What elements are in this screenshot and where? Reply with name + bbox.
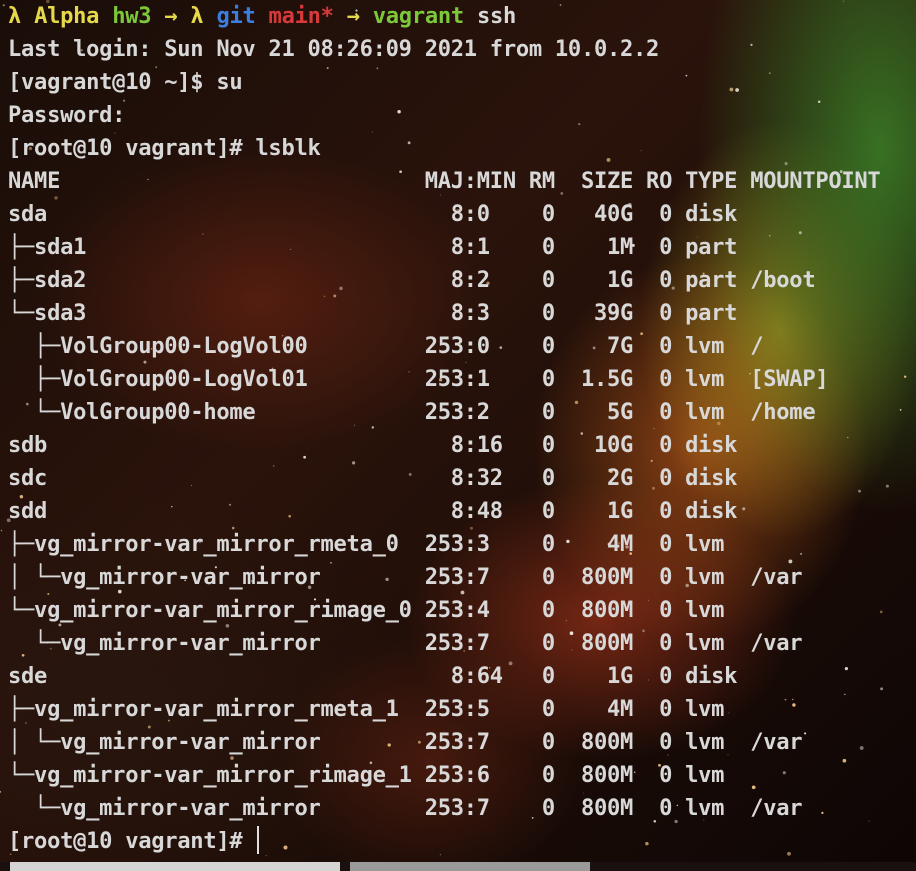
prompt-git-branch: main*: [268, 3, 334, 29]
prompt-git-label: git: [216, 3, 256, 29]
lsblk-row: ├─vg_mirror-var_mirror_rmeta_0 253:3 0 4…: [8, 531, 725, 557]
tab-bar: [0, 862, 916, 871]
prompt-arrow: →: [346, 3, 360, 29]
prompt-hostname: Alpha: [34, 3, 100, 29]
lsblk-row: └─vg_mirror-var_mirror_rimage_1 253:6 0 …: [8, 762, 725, 788]
terminal-tab-active[interactable]: [10, 862, 340, 871]
star-dot: [2, 4, 5, 7]
star-dot: [880, 687, 884, 691]
star-dot: [904, 375, 907, 378]
star-dot: [885, 484, 889, 488]
su-command-line: [vagrant@10 ~]$ su: [8, 69, 243, 95]
password-prompt-line: Password:: [8, 102, 126, 128]
prompt-lambda-symbol: λ: [8, 3, 22, 29]
lsblk-header-row: NAME MAJ:MIN RM SIZE RO TYPE MOUNTPOINT: [8, 168, 881, 194]
terminal-window[interactable]: λ Alpha hw3 → λ git main* → vagrant ssh L…: [0, 0, 916, 871]
lsblk-row: └─vg_mirror-var_mirror_rimage_0 253:4 0 …: [8, 597, 725, 623]
lsblk-row: sdb 8:16 0 10G 0 disk: [8, 432, 738, 458]
lsblk-row: ├─VolGroup00-LogVol01 253:1 0 1.5G 0 lvm…: [8, 366, 829, 392]
lsblk-row: ├─sda2 8:2 0 1G 0 part /boot: [8, 267, 816, 293]
shell-prompt-line: λ Alpha hw3 → λ git main* → vagrant ssh: [8, 0, 880, 33]
lsblk-row: │ └─vg_mirror-var_mirror 253:7 0 800M 0 …: [8, 564, 803, 590]
lsblk-row: ├─vg_mirror-var_mirror_rmeta_1 253:5 0 4…: [8, 696, 725, 722]
lsblk-row: └─VolGroup00-home 253:2 0 5G 0 lvm /home: [8, 399, 816, 425]
lsblk-command-line: [root@10 vagrant]# lsblk: [8, 135, 321, 161]
lsblk-row: sda 8:0 0 40G 0 disk: [8, 201, 738, 227]
lsblk-row: │ └─vg_mirror-var_mirror 253:7 0 800M 0 …: [8, 729, 803, 755]
final-prompt: [root@10 vagrant]#: [8, 828, 256, 854]
star-dot: [0, 791, 1, 793]
star-dot: [899, 409, 902, 411]
prompt-lambda-symbol: λ: [190, 3, 204, 29]
command-vagrant: vagrant: [372, 3, 464, 29]
active-prompt-line[interactable]: [root@10 vagrant]#: [8, 825, 880, 858]
lsblk-row: └─vg_mirror-var_mirror 253:7 0 800M 0 lv…: [8, 795, 803, 821]
lsblk-row: ├─VolGroup00-LogVol00 253:0 0 7G 0 lvm /: [8, 333, 764, 359]
prompt-arrow: →: [164, 3, 178, 29]
lsblk-row: sde 8:64 0 1G 0 disk: [8, 663, 738, 689]
prompt-directory: hw3: [112, 3, 152, 29]
lsblk-row: sdd 8:48 0 1G 0 disk: [8, 498, 738, 524]
command-ssh: ssh: [476, 3, 517, 29]
lsblk-row: sdc 8:32 0 2G 0 disk: [8, 465, 738, 491]
text-cursor: [257, 826, 260, 854]
lsblk-row: └─sda3 8:3 0 39G 0 part: [8, 300, 738, 326]
lsblk-row: ├─sda1 8:1 0 1M 0 part: [8, 234, 738, 260]
lsblk-row: └─vg_mirror-var_mirror 253:7 0 800M 0 lv…: [8, 630, 803, 656]
last-login-line: Last login: Sun Nov 21 08:26:09 2021 fro…: [8, 36, 660, 62]
lsblk-rows: sda 8:0 0 40G 0 disk ├─sda1 8:1 0 1M 0 pa…: [8, 198, 880, 825]
star-dot: [0, 529, 3, 532]
terminal-tab[interactable]: [350, 862, 590, 871]
terminal-output: λ Alpha hw3 → λ git main* → vagrant ssh L…: [8, 0, 881, 858]
